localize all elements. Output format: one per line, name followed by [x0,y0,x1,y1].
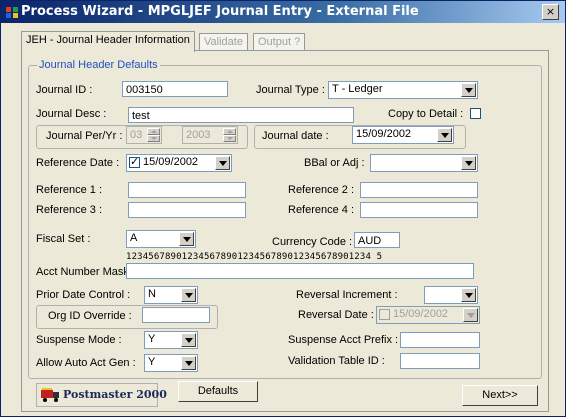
currency-code-label: Currency Code : [272,236,353,248]
reference-2-input[interactable] [360,182,478,198]
close-icon: × [545,5,556,18]
journal-desc-input[interactable]: test [128,107,354,123]
copy-to-detail-label: Copy to Detail : [388,108,464,120]
logo-text: Postmaster 2000 [63,388,167,401]
bbal-or-adj-select[interactable] [370,154,478,172]
spin-up-icon[interactable] [223,128,236,135]
journal-type-value: T - Ledger [332,83,383,95]
allow-auto-act-gen-label: Allow Auto Act Gen : [36,357,136,369]
tab-validate[interactable]: Validate [199,33,248,51]
suspense-mode-label: Suspense Mode : [36,334,122,346]
reversal-increment-select[interactable] [424,286,478,304]
reversal-date-value: 15/09/2002 [393,308,449,320]
bbal-or-adj-label: BBal or Adj : [304,157,365,169]
journal-type-select[interactable]: T - Ledger [328,81,478,99]
validation-table-id-input[interactable] [400,353,480,369]
fiscal-set-value: A [130,232,138,244]
journal-date-value: 15/09/2002 [356,128,412,140]
currency-code-input[interactable]: AUD [354,232,400,248]
tab-journal-header[interactable]: JEH - Journal Header Information [21,31,195,52]
prior-date-control-select[interactable]: N [144,286,198,304]
chevron-down-icon[interactable] [461,288,476,302]
fiscal-set-label: Fiscal Set : [36,233,91,245]
journal-desc-label: Journal Desc : [36,108,107,120]
journal-year-value: 2003 [186,129,211,141]
chevron-down-icon[interactable] [215,156,230,170]
reversal-date-label: Reversal Date : [298,309,374,321]
chevron-down-icon[interactable] [461,83,476,97]
spin-down-icon[interactable] [147,135,160,142]
chevron-down-icon[interactable] [463,308,478,322]
chevron-down-icon[interactable] [461,156,476,170]
journal-date-picker[interactable]: 15/09/2002 [352,126,454,144]
group-legend: Journal Header Defaults [37,59,160,71]
prior-date-control-value: N [148,288,156,300]
org-id-override-label: Org ID Override : [48,310,132,322]
journal-id-input[interactable]: 003150 [122,81,228,97]
reference-3-label: Reference 3 : [36,204,103,216]
journal-period-spinner[interactable]: 03 [126,126,162,144]
reference-date-label: Reference Date : [36,157,120,169]
journal-per-yr-label: Journal Per/Yr : [46,130,123,142]
reference-3-input[interactable] [128,202,246,218]
reversal-date-checkbox[interactable] [379,309,390,320]
close-button[interactable]: × [542,4,559,20]
fiscal-set-select[interactable]: A [126,230,196,248]
truck-icon [41,388,59,402]
journal-type-label: Journal Type : [256,84,325,96]
suspense-mode-select[interactable]: Y [144,331,198,349]
reversal-increment-label: Reversal Increment : [296,289,398,301]
acct-number-mask-label: Acct Number Mask : [36,266,136,278]
process-wizard-window: Process Wizard - MPGLJEF Journal Entry -… [0,0,566,417]
window-title: Process Wizard - MPGLJEF Journal Entry -… [21,4,419,19]
prior-date-control-label: Prior Date Control : [36,289,131,301]
acct-number-mask-input[interactable] [126,263,474,279]
spin-down-icon[interactable] [223,135,236,142]
allow-auto-act-gen-select[interactable]: Y [144,354,198,372]
reversal-date-picker[interactable]: 15/09/2002 [376,306,480,324]
tab-panel: Journal Header Defaults Journal ID : 003… [21,50,549,412]
acct-mask-ruler: 1234567890123456789012345678901234567890… [126,252,383,262]
chevron-down-icon[interactable] [181,356,196,370]
journal-period-value: 03 [130,129,143,141]
reference-4-label: Reference 4 : [288,204,355,216]
title-bar: Process Wizard - MPGLJEF Journal Entry -… [1,1,565,23]
journal-id-label: Journal ID : [36,84,93,96]
postmaster-logo: Postmaster 2000 [36,383,167,407]
suspense-acct-prefix-input[interactable] [400,332,480,348]
defaults-button[interactable]: Defaults [178,381,258,402]
spin-up-icon[interactable] [147,128,160,135]
validation-table-id-label: Validation Table ID : [288,355,385,367]
journal-year-spinner[interactable]: 2003 [182,126,238,144]
reference-date-checkbox[interactable] [129,155,140,168]
journal-date-label: Journal date : [262,130,329,142]
suspense-acct-prefix-label: Suspense Acct Prefix : [288,334,399,346]
chevron-down-icon[interactable] [181,333,196,347]
allow-auto-act-gen-value: Y [148,356,156,368]
app-icon [6,7,18,18]
reference-1-label: Reference 1 : [36,184,103,196]
copy-to-detail-checkbox[interactable] [470,108,481,119]
reference-date-value: 15/09/2002 [143,156,199,168]
tab-output[interactable]: Output ? [253,33,306,51]
chevron-down-icon[interactable] [179,232,194,246]
reference-1-input[interactable] [128,182,246,198]
reference-4-input[interactable] [360,202,478,218]
reference-date-picker[interactable]: 15/09/2002 [126,154,232,172]
org-id-override-input[interactable] [142,307,210,323]
chevron-down-icon[interactable] [181,288,196,302]
suspense-mode-value: Y [148,333,156,345]
chevron-down-icon[interactable] [437,128,452,142]
reference-2-label: Reference 2 : [288,184,355,196]
next-button[interactable]: Next>> [462,385,538,406]
